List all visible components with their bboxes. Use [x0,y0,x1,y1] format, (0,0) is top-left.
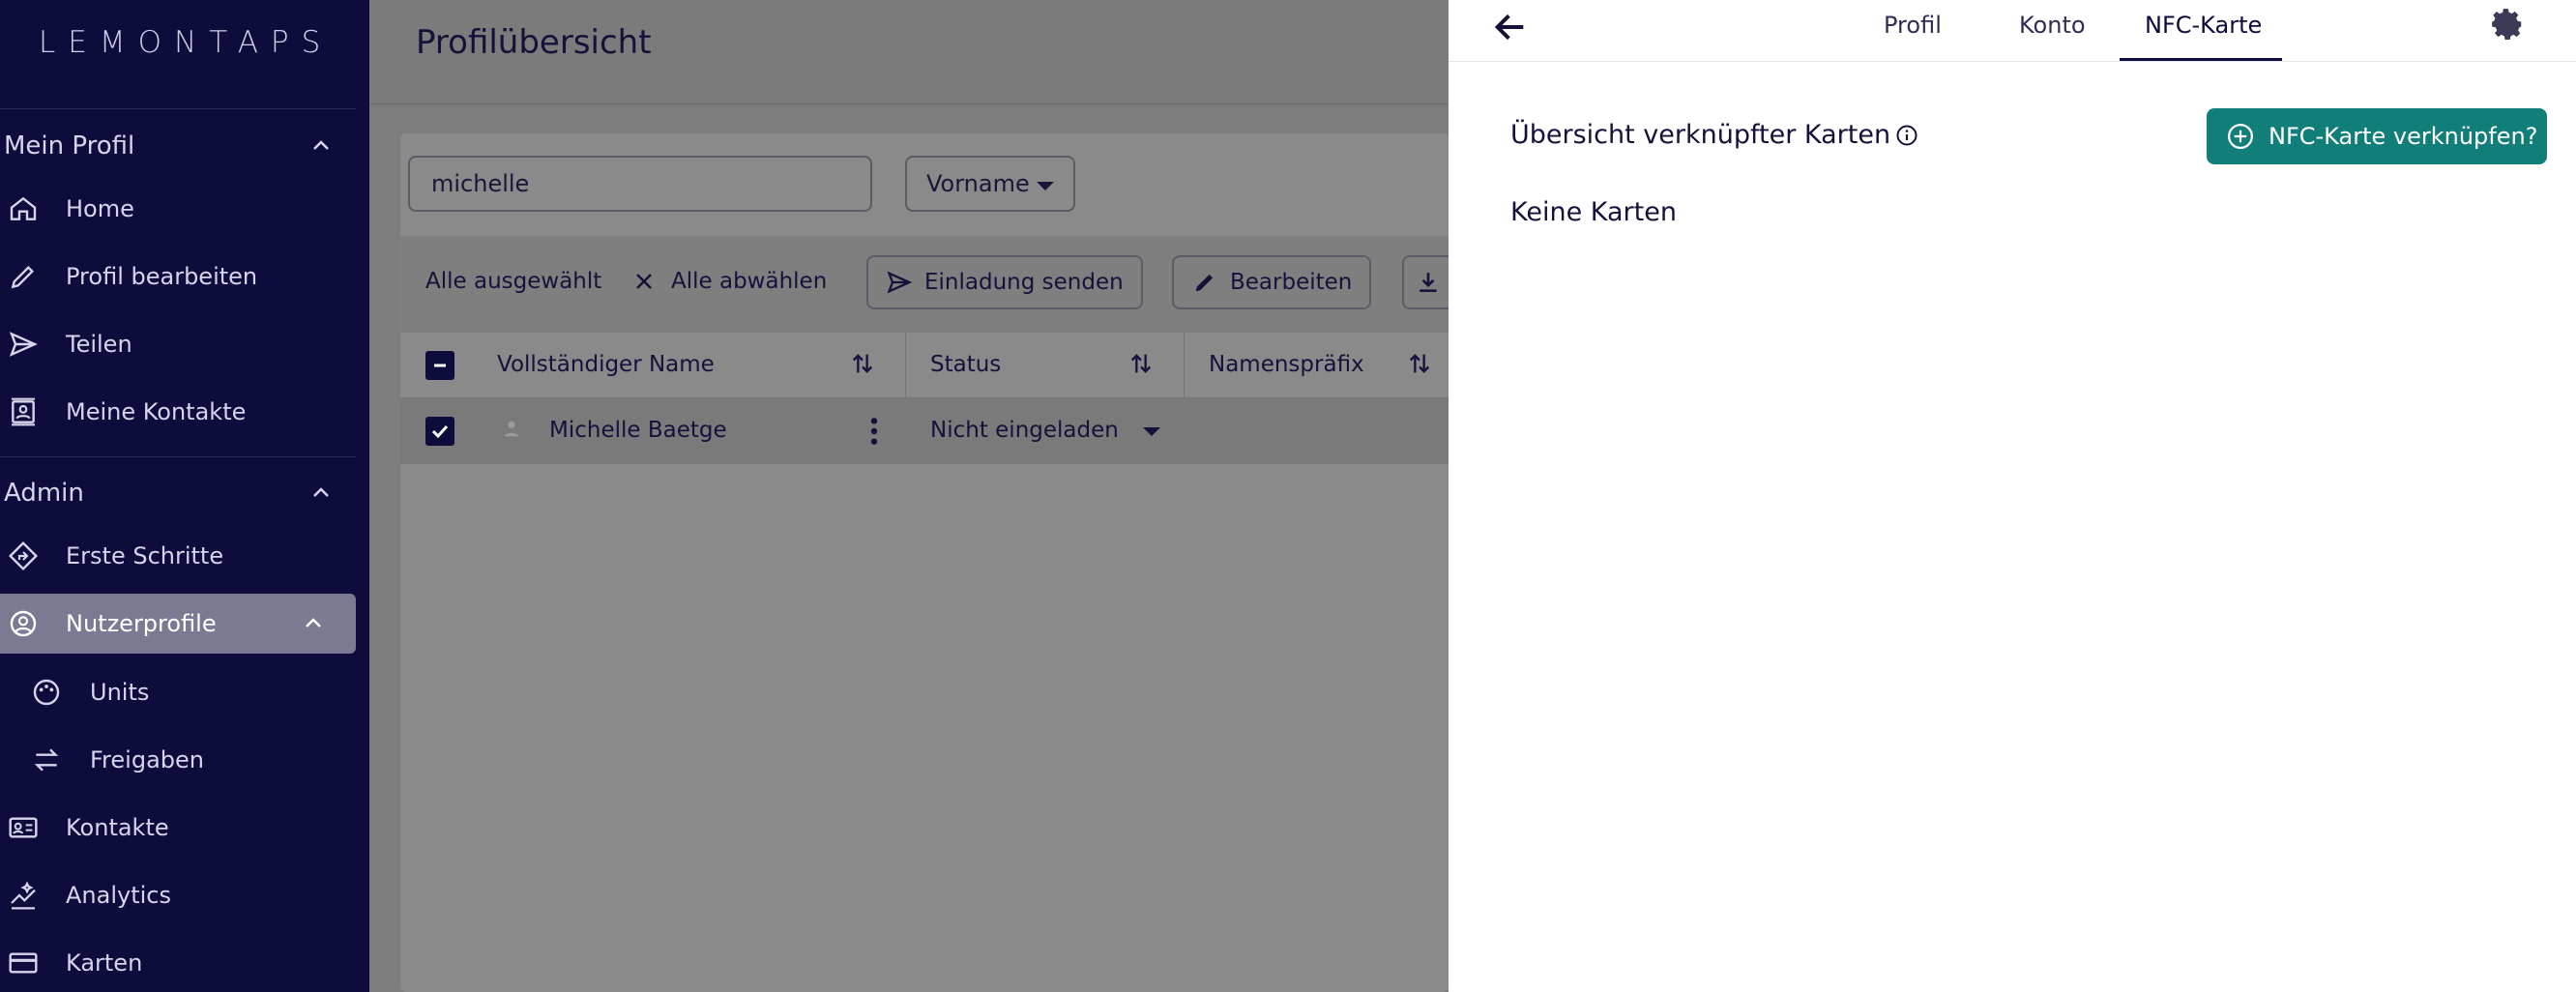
pencil-icon [1195,274,1214,292]
sidebar-item-label: Meine Kontakte [66,398,247,425]
contacts-icon [6,394,41,429]
deselect-all-button[interactable]: Alle abwählen [632,269,827,294]
chevron-up-icon [313,140,329,150]
more-vert-icon[interactable] [866,416,882,447]
sidebar-item-karten[interactable]: Karten [0,933,356,992]
sidebar-item-label: Karten [66,949,143,977]
deselect-all-label: Alle abwählen [671,269,828,294]
sidebar-item-label: Analytics [66,882,171,909]
sidebar-item-label: Kontakte [66,814,169,841]
caret-down-icon [1037,182,1054,190]
chevron-up-icon [313,487,329,497]
send-icon [6,327,41,362]
sidebar-item-home[interactable]: Home [0,179,356,239]
sidebar-item-nutzerprofile[interactable]: Nutzerprofile [0,594,356,654]
check-icon [431,424,449,439]
sidebar-item-label: Erste Schritte [66,542,224,569]
sidebar-item-kontakte[interactable]: Kontakte [0,798,356,858]
column-header-name[interactable]: Vollständiger Name [497,352,715,377]
sidebar-item-label: Nutzerprofile [66,610,217,637]
sidebar: LEMONTAPS Mein Profil Home Profil bearbe… [0,0,369,992]
sort-icon[interactable] [1127,348,1155,379]
row-checkbox[interactable] [425,417,454,446]
back-arrow-icon[interactable] [1491,8,1530,46]
swap-icon [29,743,64,777]
filter-select-value: Vorname [926,170,1030,197]
sidebar-item-teilen[interactable]: Teilen [0,314,356,374]
minus-icon [434,364,446,367]
divider [0,108,356,109]
sidebar-item-label: Teilen [66,331,132,358]
link-nfc-card-button[interactable]: NFC-Karte verknüpfen? [2207,108,2547,164]
column-header-status[interactable]: Status [930,352,1001,377]
row-status[interactable]: Nicht eingeladen [930,418,1119,443]
download-icon [1420,273,1437,292]
sidebar-item-analytics[interactable]: Analytics [0,865,356,925]
page-title: Profilübersicht [416,23,652,62]
close-icon [636,274,652,289]
analytics-icon [6,878,41,913]
all-selected-label: Alle ausgewählt [425,269,602,294]
search-input[interactable]: michelle [408,156,872,212]
filter-select[interactable]: Vorname [905,156,1075,212]
tab-konto[interactable]: Konto [2019,12,2086,39]
row-name: Michelle Baetge [549,418,727,443]
section-mein-profil[interactable]: Mein Profil [4,131,333,160]
panel-header: Profil Konto NFC-Karte [1449,0,2576,62]
sort-icon[interactable] [849,348,876,379]
main-content: Profilübersicht michelle Vorname Alle au… [369,0,1460,992]
send-icon [887,271,913,294]
contact-card-icon [6,810,41,845]
add-circle-icon [2228,124,2253,149]
chevron-up-icon [306,618,321,627]
empty-state-text: Keine Karten [1510,197,1677,227]
sidebar-item-label: Home [66,195,134,222]
edit-label: Bearbeiten [1230,270,1353,295]
sidebar-item-freigaben[interactable]: Freigaben [0,730,356,790]
palette-icon [29,675,64,710]
avatar [504,421,519,437]
tab-nfc-karte[interactable]: NFC-Karte [2145,12,2262,39]
sidebar-item-label: Profil bearbeiten [66,263,258,290]
info-icon[interactable] [1895,124,1918,147]
directions-icon [6,539,41,573]
sidebar-item-meine-kontakte[interactable]: Meine Kontakte [0,382,356,442]
gear-icon[interactable] [2489,6,2526,43]
section-title: Übersicht verknüpfter Karten [1510,120,1891,150]
top-bar: Profilübersicht [369,0,1449,104]
send-invite-button[interactable]: Einladung senden [866,255,1143,309]
user-circle-icon [6,606,41,641]
sidebar-item-label: Freigaben [90,746,204,773]
sidebar-item-erste-schritte[interactable]: Erste Schritte [0,526,356,586]
section-admin[interactable]: Admin [4,479,333,508]
section-label: Admin [4,479,84,508]
pencil-icon [6,259,41,294]
active-tab-indicator [2120,58,2282,61]
divider [0,456,356,457]
select-all-checkbox[interactable] [425,351,454,380]
send-invite-label: Einladung senden [924,270,1124,295]
tab-profil[interactable]: Profil [1884,12,1942,39]
section-label: Mein Profil [4,131,135,160]
link-nfc-card-label: NFC-Karte verknüpfen? [2269,123,2538,150]
caret-down-icon[interactable] [1143,427,1160,436]
home-icon [6,191,41,226]
edit-button[interactable]: Bearbeiten [1172,255,1372,309]
nfc-card-panel: Profil Konto NFC-Karte Übersicht verknüp… [1449,0,2576,992]
sidebar-item-units[interactable]: Units [0,662,356,722]
sort-icon[interactable] [1406,348,1433,379]
sidebar-item-label: Units [90,679,150,706]
sidebar-item-profil-bearbeiten[interactable]: Profil bearbeiten [0,247,356,306]
column-header-namensprafix[interactable]: Namenspräfix [1209,352,1364,377]
credit-card-icon [6,946,41,980]
logo: LEMONTAPS [39,25,334,60]
